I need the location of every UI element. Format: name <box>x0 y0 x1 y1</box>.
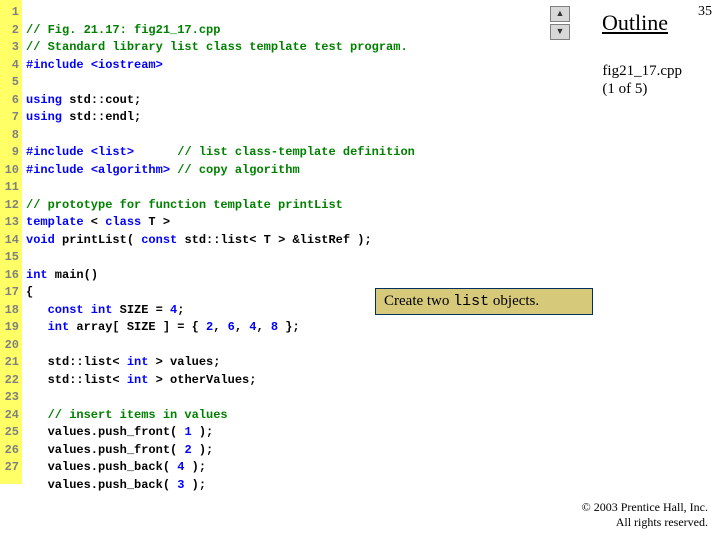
line-number: 10 <box>0 162 22 180</box>
footer: © 2003 Prentice Hall, Inc. All rights re… <box>582 500 708 530</box>
callout-suffix: objects. <box>489 293 539 309</box>
code-token: std::endl; <box>69 110 141 124</box>
line-number: 9 <box>0 144 22 162</box>
line-number: 14 <box>0 232 22 250</box>
line-number: 21 <box>0 354 22 372</box>
code-token: printList( <box>55 233 141 247</box>
line-number-gutter: 1234567891011121314151617181920212223242… <box>0 0 22 484</box>
footer-line1: © 2003 Prentice Hall, Inc. <box>582 500 708 514</box>
code-line: int <box>26 268 48 282</box>
code-token: ); <box>192 443 214 457</box>
code-token: // copy algorithm <box>170 163 300 177</box>
line-number: 8 <box>0 127 22 145</box>
code-line: template <box>26 215 84 229</box>
line-number: 11 <box>0 179 22 197</box>
code-line: // Standard library list class template … <box>26 40 408 54</box>
file-name: fig21_17.cpp <box>602 63 682 79</box>
code-token: main() <box>48 268 98 282</box>
code-line: using <box>26 93 69 107</box>
code-line: // prototype for function template print… <box>26 198 343 212</box>
line-number: 3 <box>0 39 22 57</box>
code-token: 1 <box>184 425 191 439</box>
code-token: , <box>213 320 227 334</box>
line-number: 5 <box>0 74 22 92</box>
code-line: std::list< <box>26 355 127 369</box>
footer-line2: All rights reserved. <box>616 515 708 529</box>
code-token: <algorithm> <box>91 163 170 177</box>
code-line: const int <box>26 303 112 317</box>
line-number: 12 <box>0 197 22 215</box>
line-number: 6 <box>0 92 22 110</box>
line-number: 1 <box>0 4 22 22</box>
line-number: 4 <box>0 57 22 75</box>
code-line: int <box>26 320 69 334</box>
code-line: #include <box>26 145 91 159</box>
line-number: 26 <box>0 442 22 460</box>
code-token: <iostream> <box>91 58 163 72</box>
code-token: std::cout; <box>69 93 141 107</box>
line-number: 24 <box>0 407 22 425</box>
code-token: int <box>127 355 149 369</box>
nav-down-button[interactable]: ▼ <box>550 24 570 40</box>
code-line: values.push_back( <box>26 478 177 492</box>
code-token: // list class-template definition <box>134 145 415 159</box>
page-number: 35 <box>698 4 712 20</box>
code-token: > values; <box>148 355 220 369</box>
line-number: 17 <box>0 284 22 302</box>
code-token: > otherValues; <box>148 373 256 387</box>
code-token: , <box>235 320 249 334</box>
code-token: , <box>256 320 270 334</box>
code-line: // Fig. 21.17: fig21_17.cpp <box>26 23 220 37</box>
code-line: values.push_front( <box>26 425 184 439</box>
code-line: std::list< <box>26 373 127 387</box>
line-number: 22 <box>0 372 22 390</box>
code-line: values.push_back( <box>26 460 177 474</box>
code-token: T > <box>141 215 170 229</box>
code-line: void <box>26 233 55 247</box>
code-token: 6 <box>228 320 235 334</box>
code-token: array[ SIZE ] = { <box>69 320 206 334</box>
code-line: values.push_front( <box>26 443 184 457</box>
code-token: 8 <box>271 320 278 334</box>
code-token: ; <box>177 303 184 317</box>
code-token: ); <box>184 460 206 474</box>
code-token: 2 <box>184 443 191 457</box>
line-number: 13 <box>0 214 22 232</box>
code-token: ); <box>192 425 214 439</box>
code-line: { <box>26 285 33 299</box>
line-number: 20 <box>0 337 22 355</box>
line-number: 19 <box>0 319 22 337</box>
code-area: // Fig. 21.17: fig21_17.cpp // Standard … <box>26 4 415 494</box>
code-token: std::list< T > &listRef ); <box>177 233 371 247</box>
code-token: <list> <box>91 145 134 159</box>
code-token: < <box>84 215 106 229</box>
line-number: 7 <box>0 109 22 127</box>
nav-up-button[interactable]: ▲ <box>550 6 570 22</box>
outline-header: Outline <box>602 10 668 36</box>
line-number: 25 <box>0 424 22 442</box>
code-token: ); <box>184 478 206 492</box>
code-line: #include <box>26 58 91 72</box>
line-number: 15 <box>0 249 22 267</box>
code-token: SIZE = <box>112 303 170 317</box>
line-number: 27 <box>0 459 22 477</box>
callout-box: Create two list objects. <box>375 288 593 315</box>
code-token: class <box>105 215 141 229</box>
nav-buttons: ▲ ▼ <box>550 6 570 40</box>
line-number: 16 <box>0 267 22 285</box>
callout-mono: list <box>453 293 489 310</box>
file-part: (1 of 5) <box>602 81 647 97</box>
line-number: 18 <box>0 302 22 320</box>
code-token: int <box>127 373 149 387</box>
line-number: 2 <box>0 22 22 40</box>
code-line: #include <box>26 163 91 177</box>
line-number: 23 <box>0 389 22 407</box>
code-token: const <box>141 233 177 247</box>
code-line: // insert items in values <box>26 408 228 422</box>
code-line: using <box>26 110 69 124</box>
callout-text: Create two <box>384 293 453 309</box>
file-label: fig21_17.cpp (1 of 5) <box>602 62 682 98</box>
code-token: }; <box>278 320 300 334</box>
